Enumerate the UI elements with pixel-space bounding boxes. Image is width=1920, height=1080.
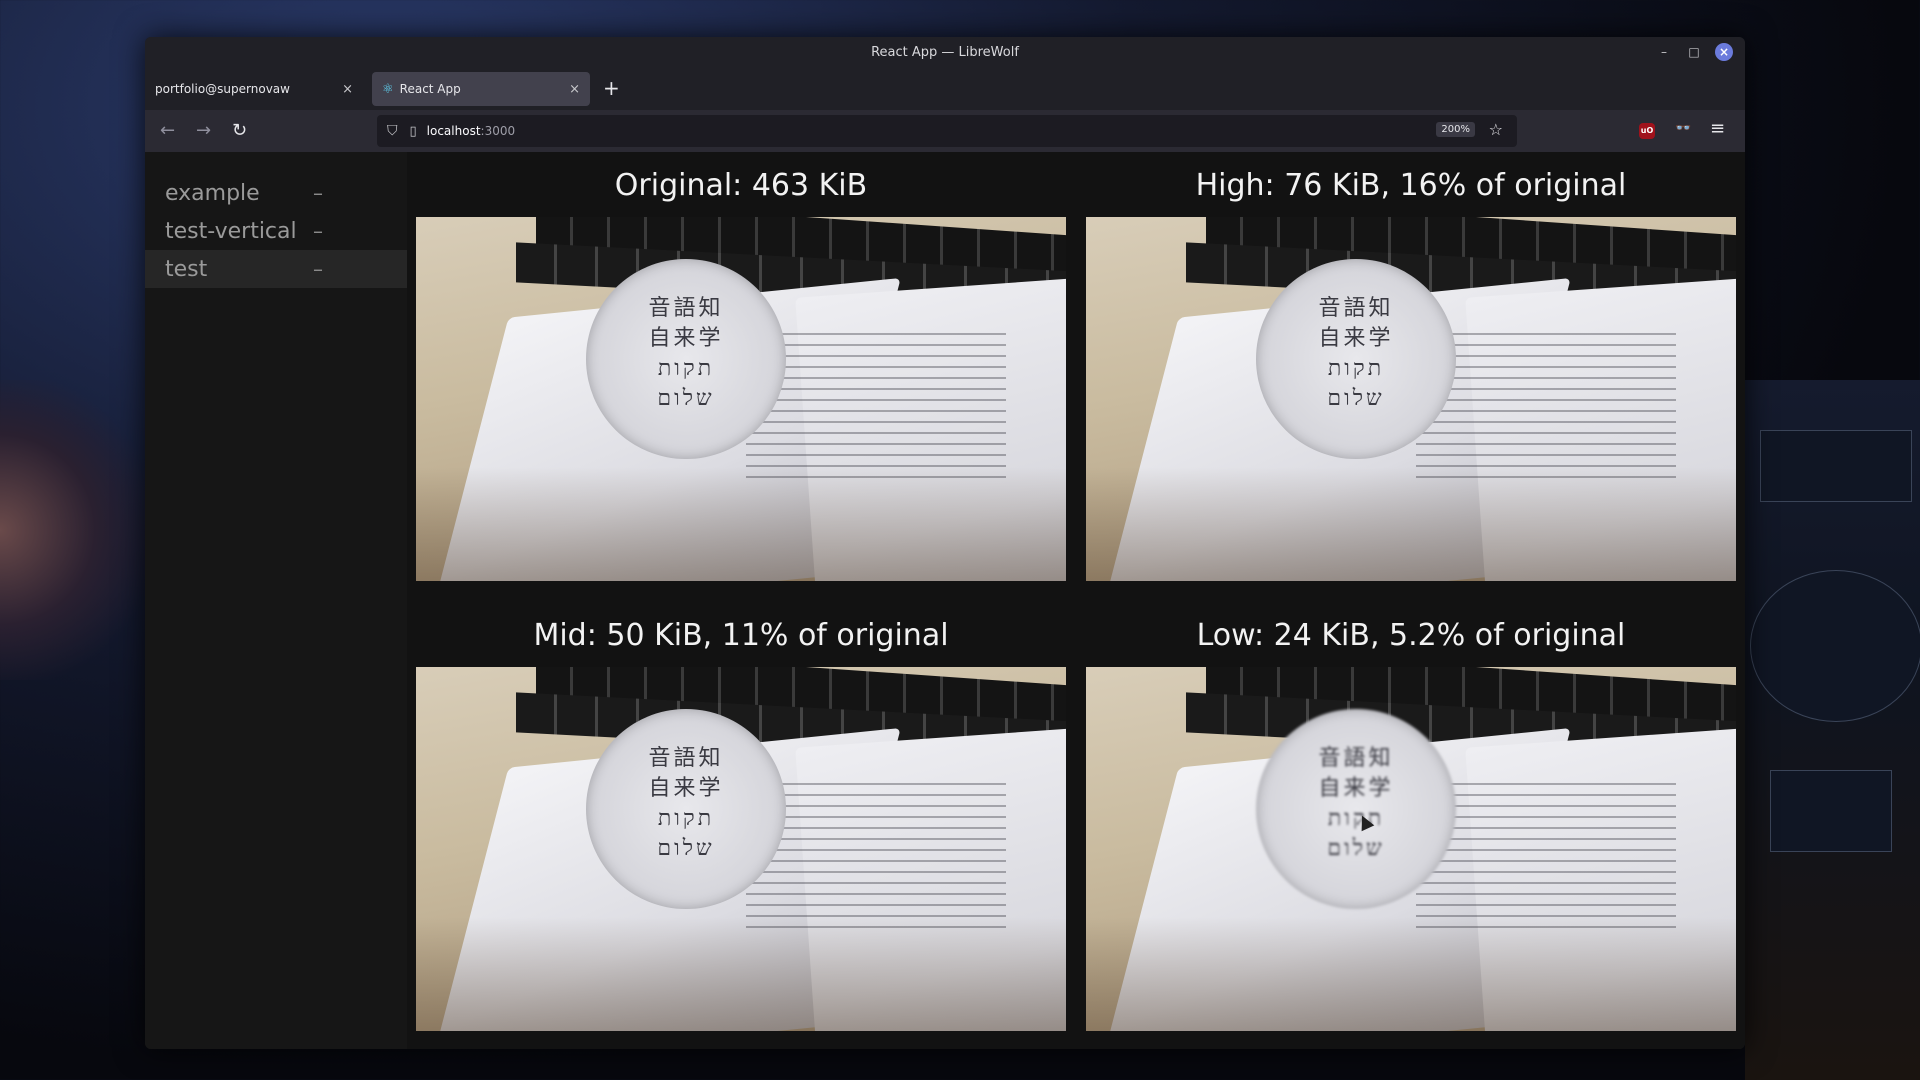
magnifier-lens[interactable]: 音語知 自来学 תקות שלום (1256, 709, 1456, 909)
comparison-title: Low: 24 KiB, 5.2% of original (1196, 618, 1626, 653)
sidebar-item-test[interactable]: test – (145, 250, 407, 288)
shield-icon[interactable]: ⛉ (387, 123, 398, 139)
ublock-icon[interactable]: uO (1639, 123, 1655, 139)
close-tab-icon[interactable]: × (342, 82, 353, 97)
forward-icon[interactable]: → (196, 120, 211, 141)
reload-icon[interactable]: ↻ (232, 120, 247, 141)
sidebar-item-label: test (165, 256, 208, 282)
url-port: :3000 (480, 124, 516, 138)
star-icon[interactable]: ☆ (1489, 120, 1503, 139)
collapse-toggle[interactable]: – (313, 181, 323, 205)
book-photo[interactable]: 音語知 自来学 תקות שלום (1086, 217, 1736, 581)
comparison-title: Original: 463 KiB (614, 168, 868, 203)
magnifier-lens[interactable]: 音語知 自来学 תקות שלום (1256, 259, 1456, 459)
page-content: example – test-vertical – test – Origina… (145, 152, 1745, 1049)
comparison-title: High: 76 KiB, 16% of original (1195, 168, 1627, 203)
menu-icon[interactable]: ≡ (1710, 118, 1725, 139)
glasses-icon[interactable]: 👓 (1675, 121, 1691, 136)
comparison-title: Mid: 50 KiB, 11% of original (533, 618, 949, 653)
tab-label: portfolio@supernovaw (155, 82, 290, 96)
browser-window: React App — LibreWolf – □ × portfolio@su… (145, 37, 1745, 1049)
url-text[interactable]: localhost:3000 (427, 124, 515, 138)
sidebar: example – test-vertical – test – (145, 152, 407, 1049)
page-icon[interactable]: ▯ (410, 124, 417, 139)
tab-portfolio[interactable]: portfolio@supernovaw × (145, 72, 363, 106)
wallpaper-left (0, 380, 150, 680)
close-tab-icon[interactable]: × (569, 82, 580, 97)
tab-react-app[interactable]: ⚛ React App × (372, 72, 590, 106)
comparison-high: High: 76 KiB, 16% of original 音語知 自来学 תקות… (1086, 152, 1736, 581)
react-icon: ⚛ (382, 81, 394, 97)
comparison-original: Original: 463 KiB 音語知 自来学 תקות שלום (416, 152, 1066, 581)
tab-bar: portfolio@supernovaw × ⚛ React App × + (145, 68, 1745, 110)
comparison-low: Low: 24 KiB, 5.2% of original 音語知 自来学 תקות… (1086, 602, 1736, 1031)
nav-bar: ← → ↻ ⛉ ▯ localhost:3000 200% ☆ uO 👓 ≡ (145, 110, 1745, 152)
wallpaper-cockpit (1750, 410, 1920, 950)
comparison-mid: Mid: 50 KiB, 11% of original 音語知 自来学 תקות ש… (416, 602, 1066, 1031)
back-icon[interactable]: ← (160, 120, 175, 141)
magnifier-lens[interactable]: 音語知 自来学 תקות שלום (586, 709, 786, 909)
sidebar-item-example[interactable]: example – (145, 174, 407, 212)
magnifier-lens[interactable]: 音語知 自来学 תקות שלום (586, 259, 786, 459)
url-host: localhost (426, 124, 481, 138)
book-photo[interactable]: 音語知 自来学 תקות שלום (416, 217, 1066, 581)
title-bar: React App — LibreWolf – □ × (145, 37, 1745, 68)
zoom-level-badge[interactable]: 200% (1436, 122, 1475, 137)
sidebar-item-label: example (165, 180, 260, 206)
book-photo[interactable]: 音語知 自来学 תקות שלום (416, 667, 1066, 1031)
collapse-toggle[interactable]: – (313, 219, 323, 243)
book-photo[interactable]: 音語知 自来学 תקות שלום (1086, 667, 1736, 1031)
new-tab-icon[interactable]: + (603, 76, 620, 100)
address-bar[interactable]: ⛉ ▯ localhost:3000 200% ☆ (377, 115, 1517, 147)
collapse-toggle[interactable]: – (313, 257, 323, 281)
window-controls: – □ × (1655, 43, 1733, 61)
comparison-grid: Original: 463 KiB 音語知 自来学 תקות שלום High: 7… (416, 152, 1745, 1049)
close-window-icon[interactable]: × (1715, 43, 1733, 61)
sidebar-item-test-vertical[interactable]: test-vertical – (145, 212, 407, 250)
sidebar-item-label: test-vertical (165, 218, 297, 244)
window-title: React App — LibreWolf (871, 45, 1019, 60)
tab-label: React App (399, 82, 461, 96)
maximize-icon[interactable]: □ (1685, 43, 1703, 61)
minimize-icon[interactable]: – (1655, 43, 1673, 61)
